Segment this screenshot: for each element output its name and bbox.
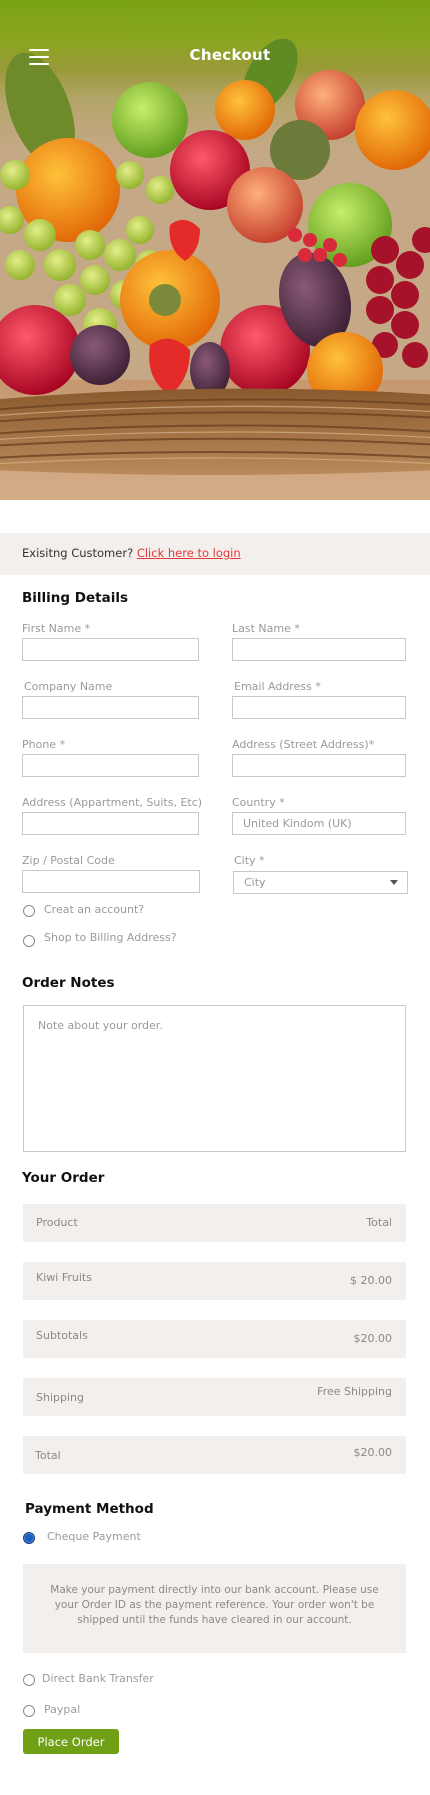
first-name-label: First Name *: [22, 622, 91, 635]
payment-description: Make your payment directly into our bank…: [23, 1564, 406, 1653]
shipping-row: Shipping Free Shipping: [23, 1378, 406, 1416]
zip-field[interactable]: [22, 870, 200, 893]
email-field[interactable]: [232, 696, 406, 719]
appartment-field[interactable]: [22, 812, 199, 835]
ship-to-billing-label: Shop to Billing Address?: [44, 931, 177, 944]
phone-field[interactable]: [22, 754, 199, 777]
create-account-radio[interactable]: [23, 905, 35, 917]
street-address-label: Address (Street Address)*: [232, 738, 375, 751]
place-order-button[interactable]: Place Order: [23, 1729, 119, 1754]
bank-transfer-radio[interactable]: [23, 1674, 35, 1686]
ship-to-billing-radio[interactable]: [23, 935, 35, 947]
shipping-label: Shipping: [36, 1391, 84, 1404]
email-label: Email Address *: [234, 680, 321, 693]
cheque-payment-radio[interactable]: [23, 1532, 35, 1544]
subtotal-label: Subtotals: [36, 1329, 88, 1342]
zip-label: Zip / Postal Code: [22, 854, 115, 867]
country-label: Country *: [232, 796, 285, 809]
chevron-down-icon: [390, 880, 398, 885]
last-name-label: Last Name *: [232, 622, 300, 635]
first-name-field[interactable]: [22, 638, 199, 661]
paypal-radio[interactable]: [23, 1705, 35, 1717]
street-address-field[interactable]: [232, 754, 406, 777]
item-price: $ 20.00: [350, 1274, 392, 1287]
country-field[interactable]: United Kindom (UK): [232, 812, 406, 835]
your-order-title: Your Order: [22, 1170, 105, 1186]
checkout-page: Checkout Exisitng Customer? Click here t…: [0, 0, 430, 1795]
total-row: Total $20.00: [23, 1436, 406, 1474]
total-label: Total: [35, 1449, 61, 1462]
order-notes-textarea[interactable]: Note about your order.: [23, 1005, 406, 1152]
fruit-basket-image: [0, 38, 430, 500]
company-field[interactable]: [22, 696, 199, 719]
login-prompt-text: Exisitng Customer?: [22, 546, 134, 560]
item-name: Kiwi Fruits: [36, 1271, 92, 1284]
subtotal-row: Subtotals $20.00: [23, 1320, 406, 1358]
payment-method-title: Payment Method: [25, 1501, 154, 1517]
product-header: Product: [36, 1216, 78, 1229]
cheque-payment-label: Cheque Payment: [47, 1530, 141, 1543]
total-value: $20.00: [353, 1446, 393, 1459]
bank-transfer-label: Direct Bank Transfer: [42, 1672, 154, 1685]
city-select[interactable]: City: [233, 871, 408, 894]
appartment-label: Address (Appartment, Suits, Etc): [22, 796, 203, 809]
city-label: City *: [234, 854, 265, 867]
city-select-value: City: [244, 876, 266, 889]
order-notes-title: Order Notes: [22, 975, 115, 991]
order-item-row: Kiwi Fruits $ 20.00: [23, 1262, 406, 1300]
page-title: Checkout: [189, 46, 271, 64]
paypal-label: Paypal: [44, 1703, 81, 1716]
billing-title: Billing Details: [22, 590, 128, 606]
shipping-value: Free Shipping: [317, 1385, 392, 1398]
create-account-label: Creat an account?: [44, 903, 145, 916]
last-name-field[interactable]: [232, 638, 406, 661]
login-link[interactable]: Click here to login: [137, 546, 241, 560]
company-label: Company Name: [24, 680, 113, 693]
hero-banner: Checkout: [0, 0, 430, 500]
login-prompt: Exisitng Customer? Click here to login: [0, 533, 430, 575]
subtotal-value: $20.00: [353, 1332, 393, 1345]
total-header: Total: [366, 1216, 392, 1229]
phone-label: Phone *: [22, 738, 66, 751]
order-header-row: Product Total: [23, 1204, 406, 1242]
